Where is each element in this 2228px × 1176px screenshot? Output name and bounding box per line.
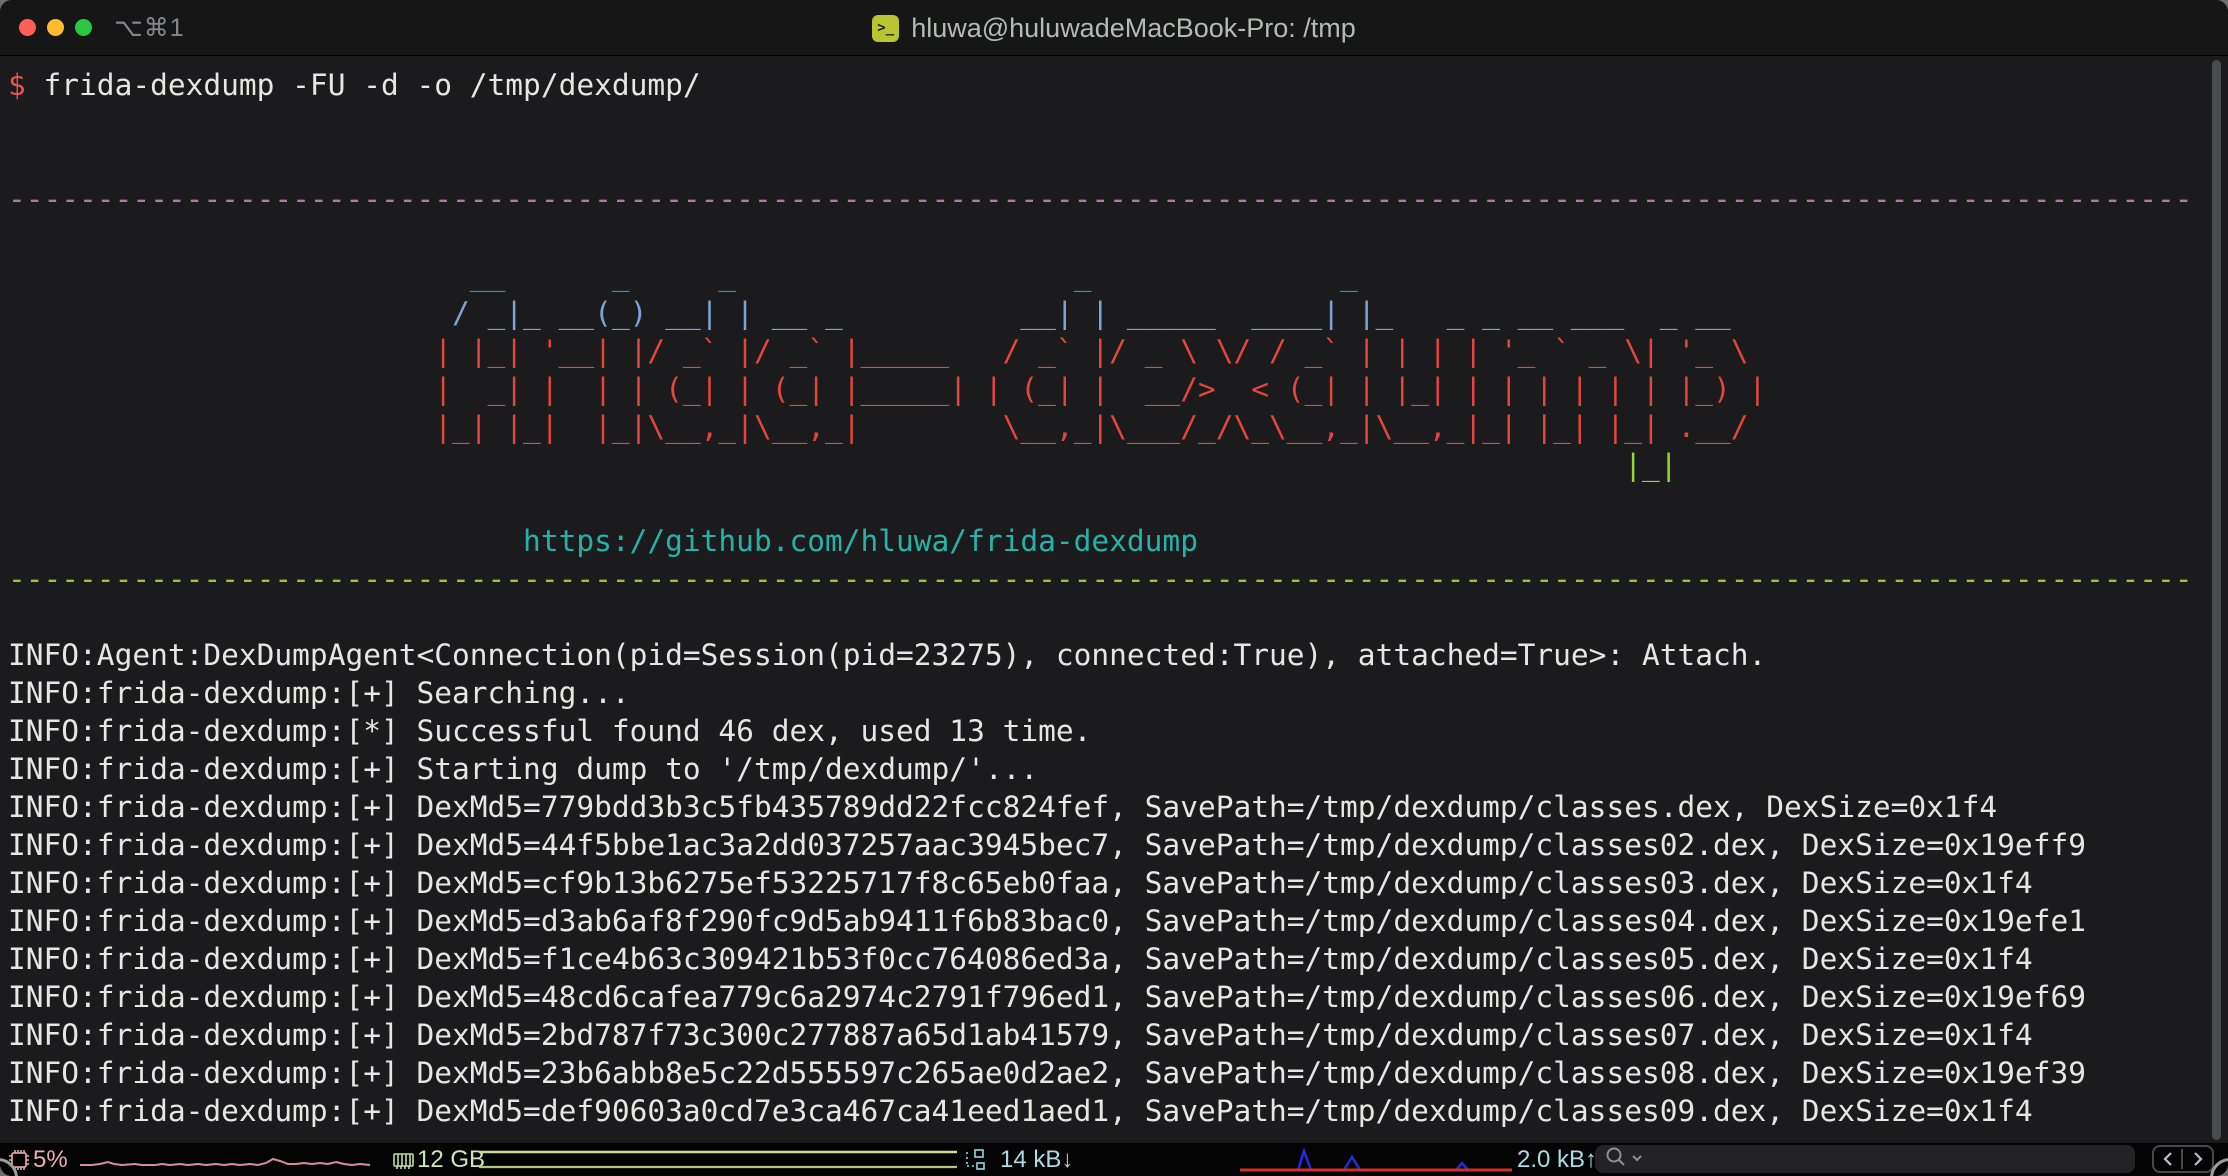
terminal-line: | |_| '__| |/ _` |/ _` |_____ / _` |/ _ … xyxy=(8,332,2228,370)
terminal-line: INFO:frida-dexdump:[+] DexMd5=2bd787f73c… xyxy=(8,1016,2228,1054)
titlebar: ⌥⌘1 >_ hluwa@huluwadeMacBook-Pro: /tmp xyxy=(0,0,2228,56)
network-upload-label[interactable]: 2.0 kB↑ xyxy=(1517,1143,1597,1176)
network-download-label[interactable]: 14 kB↓ xyxy=(1000,1143,1073,1176)
terminal-line: INFO:frida-dexdump:[+] DexMd5=44f5bbe1ac… xyxy=(8,826,2228,864)
search-field[interactable] xyxy=(1595,1145,2135,1173)
terminal-line: ----------------------------------------… xyxy=(8,180,2228,218)
terminal-line xyxy=(8,142,2228,180)
terminal-line: INFO:frida-dexdump:[+] DexMd5=23b6abb8e5… xyxy=(8,1054,2228,1092)
search-input[interactable] xyxy=(1646,1146,2135,1172)
terminal-line: INFO:frida-dexdump:[+] DexMd5=48cd6cafea… xyxy=(8,978,2228,1016)
terminal-line: $ frida-dexdump -FU -d -o /tmp/dexdump/ xyxy=(8,66,2228,104)
terminal-line: INFO:frida-dexdump:[+] DexMd5=f1ce4b63c3… xyxy=(8,940,2228,978)
terminal-line: https://github.com/hluwa/frida-dexdump xyxy=(8,522,2228,560)
close-button[interactable] xyxy=(19,19,36,36)
terminal-line: |_| xyxy=(8,446,2228,484)
terminal-output[interactable]: $ frida-dexdump -FU -d -o /tmp/dexdump/ -… xyxy=(0,57,2228,1143)
history-nav-buttons xyxy=(2152,1145,2214,1173)
terminal-line: INFO:frida-dexdump:[+] Starting dump to … xyxy=(8,750,2228,788)
scrollbar-thumb[interactable] xyxy=(2212,60,2221,1140)
search-icon xyxy=(1604,1145,1628,1174)
zoom-button[interactable] xyxy=(75,19,92,36)
terminal-line: | _| | | | (_| | (_| |_____| | (_| | __/… xyxy=(8,370,2228,408)
terminal-line: INFO:frida-dexdump:[+] Searching... xyxy=(8,674,2228,712)
memory-icon xyxy=(392,1143,415,1176)
cpu-usage-label[interactable]: 5% xyxy=(33,1143,68,1176)
window-title: hluwa@huluwadeMacBook-Pro: /tmp xyxy=(911,13,1356,44)
terminal-app-icon: >_ xyxy=(872,15,899,42)
network-icon xyxy=(963,1143,987,1176)
nav-forward-button[interactable] xyxy=(2183,1149,2212,1169)
terminal-line: __ _ _ _ _ xyxy=(8,256,2228,294)
terminal-line: INFO:frida-dexdump:[+] DexMd5=779bdd3b3c… xyxy=(8,788,2228,826)
terminal-line xyxy=(8,598,2228,636)
terminal-line xyxy=(8,104,2228,142)
nav-back-button[interactable] xyxy=(2154,1149,2183,1169)
terminal-window: ⌥⌘1 >_ hluwa@huluwadeMacBook-Pro: /tmp $… xyxy=(0,0,2228,1176)
tab-shortcut-label: ⌥⌘1 xyxy=(114,13,185,43)
memory-usage-graph[interactable] xyxy=(479,1143,957,1176)
terminal-line: INFO:frida-dexdump:[+] DexMd5=d3ab6af8f2… xyxy=(8,902,2228,940)
traffic-lights xyxy=(19,19,92,36)
terminal-line: |_| |_| |_|\__,_|\__,_| \__,_|\___/_/\_\… xyxy=(8,408,2228,446)
terminal-line: ----------------------------------------… xyxy=(8,560,2228,598)
terminal-line: / _|_ __(_) __| | __ _ __| | _____ ____|… xyxy=(8,294,2228,332)
cpu-usage-graph[interactable] xyxy=(80,1143,370,1176)
terminal-line: INFO:frida-dexdump:[*] Successful found … xyxy=(8,712,2228,750)
terminal-line xyxy=(8,484,2228,522)
memory-usage-label[interactable]: 12 GB xyxy=(417,1143,485,1176)
status-bar: 5% 12 GB xyxy=(0,1143,2228,1176)
search-options-chevron-icon[interactable] xyxy=(1630,1145,1644,1174)
network-traffic-graph[interactable] xyxy=(1240,1143,1512,1176)
terminal-line: INFO:frida-dexdump:[+] DexMd5=cf9b13b627… xyxy=(8,864,2228,902)
terminal-line: INFO:frida-dexdump:[+] DexMd5=def90603a0… xyxy=(8,1092,2228,1130)
minimize-button[interactable] xyxy=(47,19,64,36)
terminal-line: INFO:Agent:DexDumpAgent<Connection(pid=S… xyxy=(8,636,2228,674)
terminal-line xyxy=(8,218,2228,256)
